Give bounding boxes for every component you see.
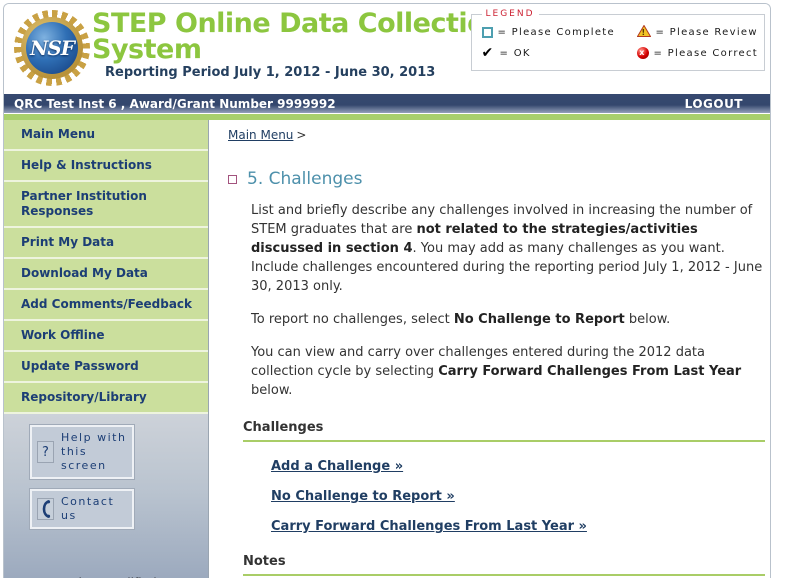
sidebar-item-help-instructions[interactable]: Help & Instructions [4,151,208,182]
sidebar-item-partner-institution-responses[interactable]: Partner Institution Responses [4,182,208,228]
breadcrumb-main-menu-link[interactable]: Main Menu [228,128,293,142]
contact-us-label: Contact us [61,495,115,522]
legend-label: = Please Correct [653,47,758,59]
logout-button[interactable]: LOGOUT [685,97,743,111]
sidebar-item-print-my-data[interactable]: Print My Data [4,228,208,259]
legend-item-complete: = Please Complete [481,25,637,40]
nsf-logo: NSF [14,10,90,86]
ok-check-icon: ✔ [481,44,495,61]
page-title: 5. Challenges [247,169,363,189]
main-content: Main Menu > 5. Challenges List and briefl… [209,120,770,578]
sidebar-item-main-menu[interactable]: Main Menu [4,120,208,151]
add-challenge-link[interactable]: Add a Challenge » [271,459,770,474]
sidebar-item-work-offline[interactable]: Work Offline [4,321,208,352]
help-with-screen-button[interactable]: ? Help with this screen [30,425,134,479]
breadcrumb: Main Menu > [228,128,770,142]
sidebar-item-add-comments-feedback[interactable]: Add Comments/Feedback [4,290,208,321]
paragraph-bold-text: Carry Forward Challenges From Last Year [438,364,742,379]
paragraph-text: below. [251,383,293,398]
paragraph-text: below. [624,312,671,327]
legend-grid: = Please Complete ! = Please Review ✔ = … [481,24,759,61]
legend-box: LEGEND = Please Complete ! = Please Revi… [470,9,765,71]
legend-item-correct: x = Please Correct [636,47,759,59]
sidebar-item-repository-library[interactable]: Repository/Library [4,383,208,414]
legend-item-review: ! = Please Review [636,24,759,40]
carry-forward-challenges-link[interactable]: Carry Forward Challenges From Last Year … [271,519,770,534]
legend-label: = OK [499,47,531,59]
institution-award-label: QRC Test Inst 6 , Award/Grant Number 999… [14,96,336,111]
legend-label: = Please Complete [497,27,615,38]
header: NSF STEP Online Data Collection System R… [4,4,770,94]
legend-item-ok: ✔ = OK [481,44,637,61]
nsf-logo-globe: NSF [26,22,78,74]
contact-us-button[interactable]: Contact us [30,489,134,529]
sidebar-item-download-my-data[interactable]: Download My Data [4,259,208,290]
review-triangle-icon: ! [636,24,651,40]
body: Main Menu Help & Instructions Partner In… [4,120,770,578]
legend-label: = Please Review [655,27,758,38]
instructions: List and briefly describe any challenges… [251,201,767,400]
nsf-logo-text: NSF [30,36,75,60]
paragraph-bold-text: No Challenge to Report [453,312,625,327]
breadcrumb-separator: > [296,128,307,142]
no-challenge-to-report-link[interactable]: No Challenge to Report » [271,489,770,504]
sidebar-menu: Main Menu Help & Instructions Partner In… [4,120,208,414]
phone-icon [37,498,54,520]
complete-square-icon [481,27,493,38]
instruction-paragraph-1: List and briefly describe any challenges… [251,201,767,296]
instruction-paragraph-3: You can view and carry over challenges e… [251,343,767,400]
svg-text:!: ! [641,28,646,37]
question-mark-icon: ? [37,441,54,463]
challenges-actions: Add a Challenge » No Challenge to Report… [271,459,770,534]
help-with-screen-label: Help with this screen [61,431,127,472]
please-complete-square-icon [228,174,237,184]
sidebar-lower: ? Help with this screen Contact us [4,414,208,578]
correct-circle-icon: x [636,47,649,59]
challenges-section-heading: Challenges [243,420,324,435]
app-window: NSF STEP Online Data Collection System R… [0,0,797,578]
instruction-paragraph-2: To report no challenges, select No Chall… [251,310,767,329]
page-container: NSF STEP Online Data Collection System R… [3,3,771,578]
paragraph-text: To report no challenges, select [251,312,454,327]
sidebar: Main Menu Help & Instructions Partner In… [4,120,209,578]
section-title-row: 5. Challenges [228,169,770,189]
top-navbar: QRC Test Inst 6 , Award/Grant Number 999… [4,94,770,113]
divider [243,574,765,576]
notes-section-heading: Notes [243,554,286,569]
divider [243,440,765,442]
legend-title: LEGEND [485,9,535,19]
sidebar-item-update-password[interactable]: Update Password [4,352,208,383]
